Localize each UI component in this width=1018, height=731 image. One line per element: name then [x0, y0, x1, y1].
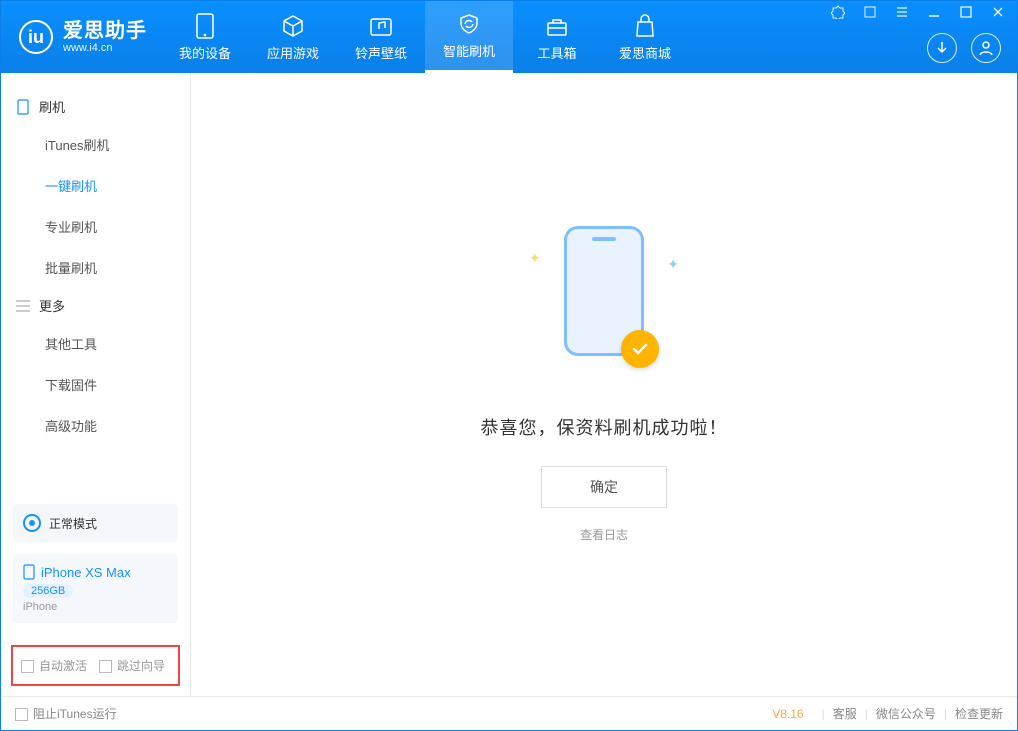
device-phone-icon [23, 564, 35, 580]
device-type: iPhone [23, 601, 168, 613]
view-log-link[interactable]: 查看日志 [580, 526, 628, 543]
toolbox-icon [544, 13, 570, 39]
app-name: 爱思助手 [63, 20, 147, 42]
link-support[interactable]: 客服 [833, 705, 857, 722]
sidebar-group-flash[interactable]: 刷机 [1, 89, 190, 124]
check-icon [621, 330, 659, 368]
window-controls [827, 3, 1009, 24]
download-button[interactable] [927, 33, 957, 63]
menu-icon[interactable] [891, 3, 913, 24]
nav-toolbox[interactable]: 工具箱 [513, 1, 601, 73]
nav-store[interactable]: 爱思商城 [601, 1, 689, 73]
phone-icon [15, 99, 31, 115]
link-wechat[interactable]: 微信公众号 [876, 705, 936, 722]
spark-icon: ✦ [667, 256, 679, 273]
statusbar: 阻止iTunes运行 V8.16 | 客服 | 微信公众号 | 检查更新 [1, 696, 1017, 730]
mode-label: 正常模式 [49, 515, 97, 532]
mode-indicator-icon [23, 514, 41, 532]
app-domain: www.i4.cn [63, 42, 147, 54]
close-button[interactable] [987, 3, 1009, 24]
main-nav: 我的设备 应用游戏 铃声壁纸 智能刷机 工具箱 爱思商城 [161, 1, 689, 73]
titlebar: iu 爱思助手 www.i4.cn 我的设备 应用游戏 铃声壁纸 智能刷机 [1, 1, 1017, 73]
logo-icon: iu [19, 20, 53, 54]
music-folder-icon [368, 13, 394, 39]
titlebar-right-icons [927, 33, 1001, 63]
link-check-update[interactable]: 检查更新 [955, 705, 1003, 722]
maximize-button[interactable] [955, 3, 977, 24]
spark-icon: ✦ [529, 250, 541, 267]
checkbox-skip-guide[interactable]: 跳过向导 [99, 657, 165, 674]
version-label: V8.16 [772, 707, 803, 721]
flash-options-highlighted: 自动激活 跳过向导 [11, 645, 180, 686]
sidebar-item-advanced[interactable]: 高级功能 [45, 405, 190, 446]
nav-apps-games[interactable]: 应用游戏 [249, 1, 337, 73]
success-message: 恭喜您，保资料刷机成功啦！ [481, 414, 728, 440]
theme-icon[interactable] [827, 3, 849, 24]
sidebar-item-batch-flash[interactable]: 批量刷机 [45, 247, 190, 288]
nav-my-device[interactable]: 我的设备 [161, 1, 249, 73]
device-card[interactable]: iPhone XS Max 256GB iPhone [13, 554, 178, 623]
refresh-shield-icon [456, 11, 482, 37]
logo[interactable]: iu 爱思助手 www.i4.cn [1, 20, 161, 54]
sidebar-item-pro-flash[interactable]: 专业刷机 [45, 206, 190, 247]
sidebar-group-more[interactable]: 更多 [1, 288, 190, 323]
nav-ringtone-wallpaper[interactable]: 铃声壁纸 [337, 1, 425, 73]
minimize-button[interactable] [923, 3, 945, 24]
user-button[interactable] [971, 33, 1001, 63]
body: 刷机 iTunes刷机 一键刷机 专业刷机 批量刷机 更多 其他工具 下载固件 … [1, 73, 1017, 696]
ok-button[interactable]: 确定 [541, 466, 667, 508]
sidebar-item-other-tools[interactable]: 其他工具 [45, 323, 190, 364]
cube-icon [280, 13, 306, 39]
sidebar-item-itunes-flash[interactable]: iTunes刷机 [45, 124, 190, 165]
main-panel: ✦ ✦ 恭喜您，保资料刷机成功啦！ 确定 查看日志 [191, 73, 1017, 696]
device-storage: 256GB [23, 584, 73, 598]
device-name: iPhone XS Max [41, 565, 131, 580]
app-window: iu 爱思助手 www.i4.cn 我的设备 应用游戏 铃声壁纸 智能刷机 [0, 0, 1018, 731]
mode-card[interactable]: 正常模式 [13, 504, 178, 542]
shrink-icon[interactable] [859, 3, 881, 24]
checkbox-block-itunes[interactable]: 阻止iTunes运行 [15, 705, 117, 722]
sidebar-item-download-firmware[interactable]: 下载固件 [45, 364, 190, 405]
device-icon [192, 13, 218, 39]
sidebar-item-oneclick-flash[interactable]: 一键刷机 [45, 165, 190, 206]
list-icon [15, 298, 31, 314]
nav-smart-flash[interactable]: 智能刷机 [425, 1, 513, 73]
checkbox-auto-activate[interactable]: 自动激活 [21, 657, 87, 674]
success-illustration: ✦ ✦ [519, 226, 689, 386]
sidebar: 刷机 iTunes刷机 一键刷机 专业刷机 批量刷机 更多 其他工具 下载固件 … [1, 73, 191, 696]
bag-icon [632, 13, 658, 39]
